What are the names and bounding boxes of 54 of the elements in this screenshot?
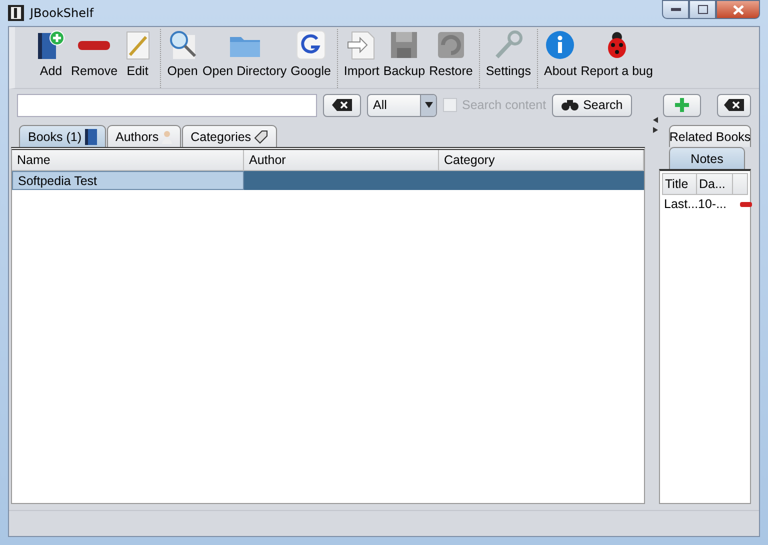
toolbar-button[interactable]: Remove — [69, 29, 120, 88]
table-row[interactable]: Softpedia Test — [12, 171, 644, 190]
toolbar-button[interactable]: Open Directory — [200, 29, 289, 88]
table-cell: Softpedia Test — [12, 171, 244, 190]
window-title: JBookShelf — [30, 6, 94, 20]
person-icon — [162, 130, 172, 144]
search-button[interactable]: Search — [552, 94, 632, 116]
binoculars-icon — [561, 99, 580, 111]
maximize-icon — [698, 5, 708, 14]
minimize-icon — [670, 8, 680, 12]
google-icon — [294, 29, 327, 61]
column-header[interactable]: Title — [663, 174, 697, 194]
toolbar-button[interactable]: Import — [342, 29, 382, 88]
toolbar-button[interactable]: Google — [288, 29, 333, 88]
book-icon — [84, 128, 96, 144]
backspace-icon — [332, 99, 352, 111]
toolbar-button[interactable]: About — [542, 29, 579, 88]
tab[interactable]: Categories — [182, 125, 278, 147]
tab[interactable]: Notes — [669, 147, 745, 169]
minimize-button[interactable] — [662, 0, 689, 19]
app-logo-icon — [8, 5, 24, 21]
plus-icon — [675, 98, 689, 112]
toolbar-button[interactable]: Report a bug — [578, 29, 655, 88]
tab[interactable]: Authors — [106, 125, 181, 147]
toolbar-button[interactable]: Restore — [427, 29, 475, 88]
search-field[interactable] — [17, 94, 317, 116]
filter-dropdown[interactable]: All — [367, 94, 437, 116]
column-header[interactable]: Name — [12, 150, 244, 170]
book-add-icon — [35, 29, 67, 61]
collapse-arrows-icon — [652, 117, 658, 133]
table-cell-text: Last... — [663, 196, 696, 213]
clear-button[interactable] — [323, 94, 361, 116]
column-header[interactable]: Author — [244, 150, 439, 170]
remove-note-button[interactable] — [717, 94, 751, 116]
remove-icon[interactable] — [740, 202, 752, 206]
backspace-icon — [724, 99, 744, 111]
tag-icon — [254, 130, 268, 144]
toolbar-button[interactable]: Open — [164, 29, 201, 88]
remove-icon — [78, 41, 110, 50]
dropdown-arrow-icon — [424, 102, 432, 108]
add-note-button[interactable] — [663, 94, 701, 116]
column-header[interactable]: Da... — [697, 174, 733, 194]
toolbar-button[interactable]: Backup — [381, 29, 428, 88]
info-icon — [544, 29, 576, 61]
close-icon — [732, 4, 744, 14]
tab[interactable]: Books (1) — [19, 125, 106, 147]
close-button[interactable] — [716, 0, 760, 19]
table-cell-text: 10-... — [697, 196, 728, 213]
toolbar-button[interactable]: Settings — [484, 29, 534, 88]
toolbar-button[interactable]: Edit — [120, 29, 156, 88]
maximize-button[interactable] — [689, 0, 716, 19]
toolbar-button[interactable]: Add — [33, 29, 69, 88]
column-header[interactable]: Category — [439, 150, 644, 170]
tab[interactable]: Related Books — [669, 125, 751, 147]
